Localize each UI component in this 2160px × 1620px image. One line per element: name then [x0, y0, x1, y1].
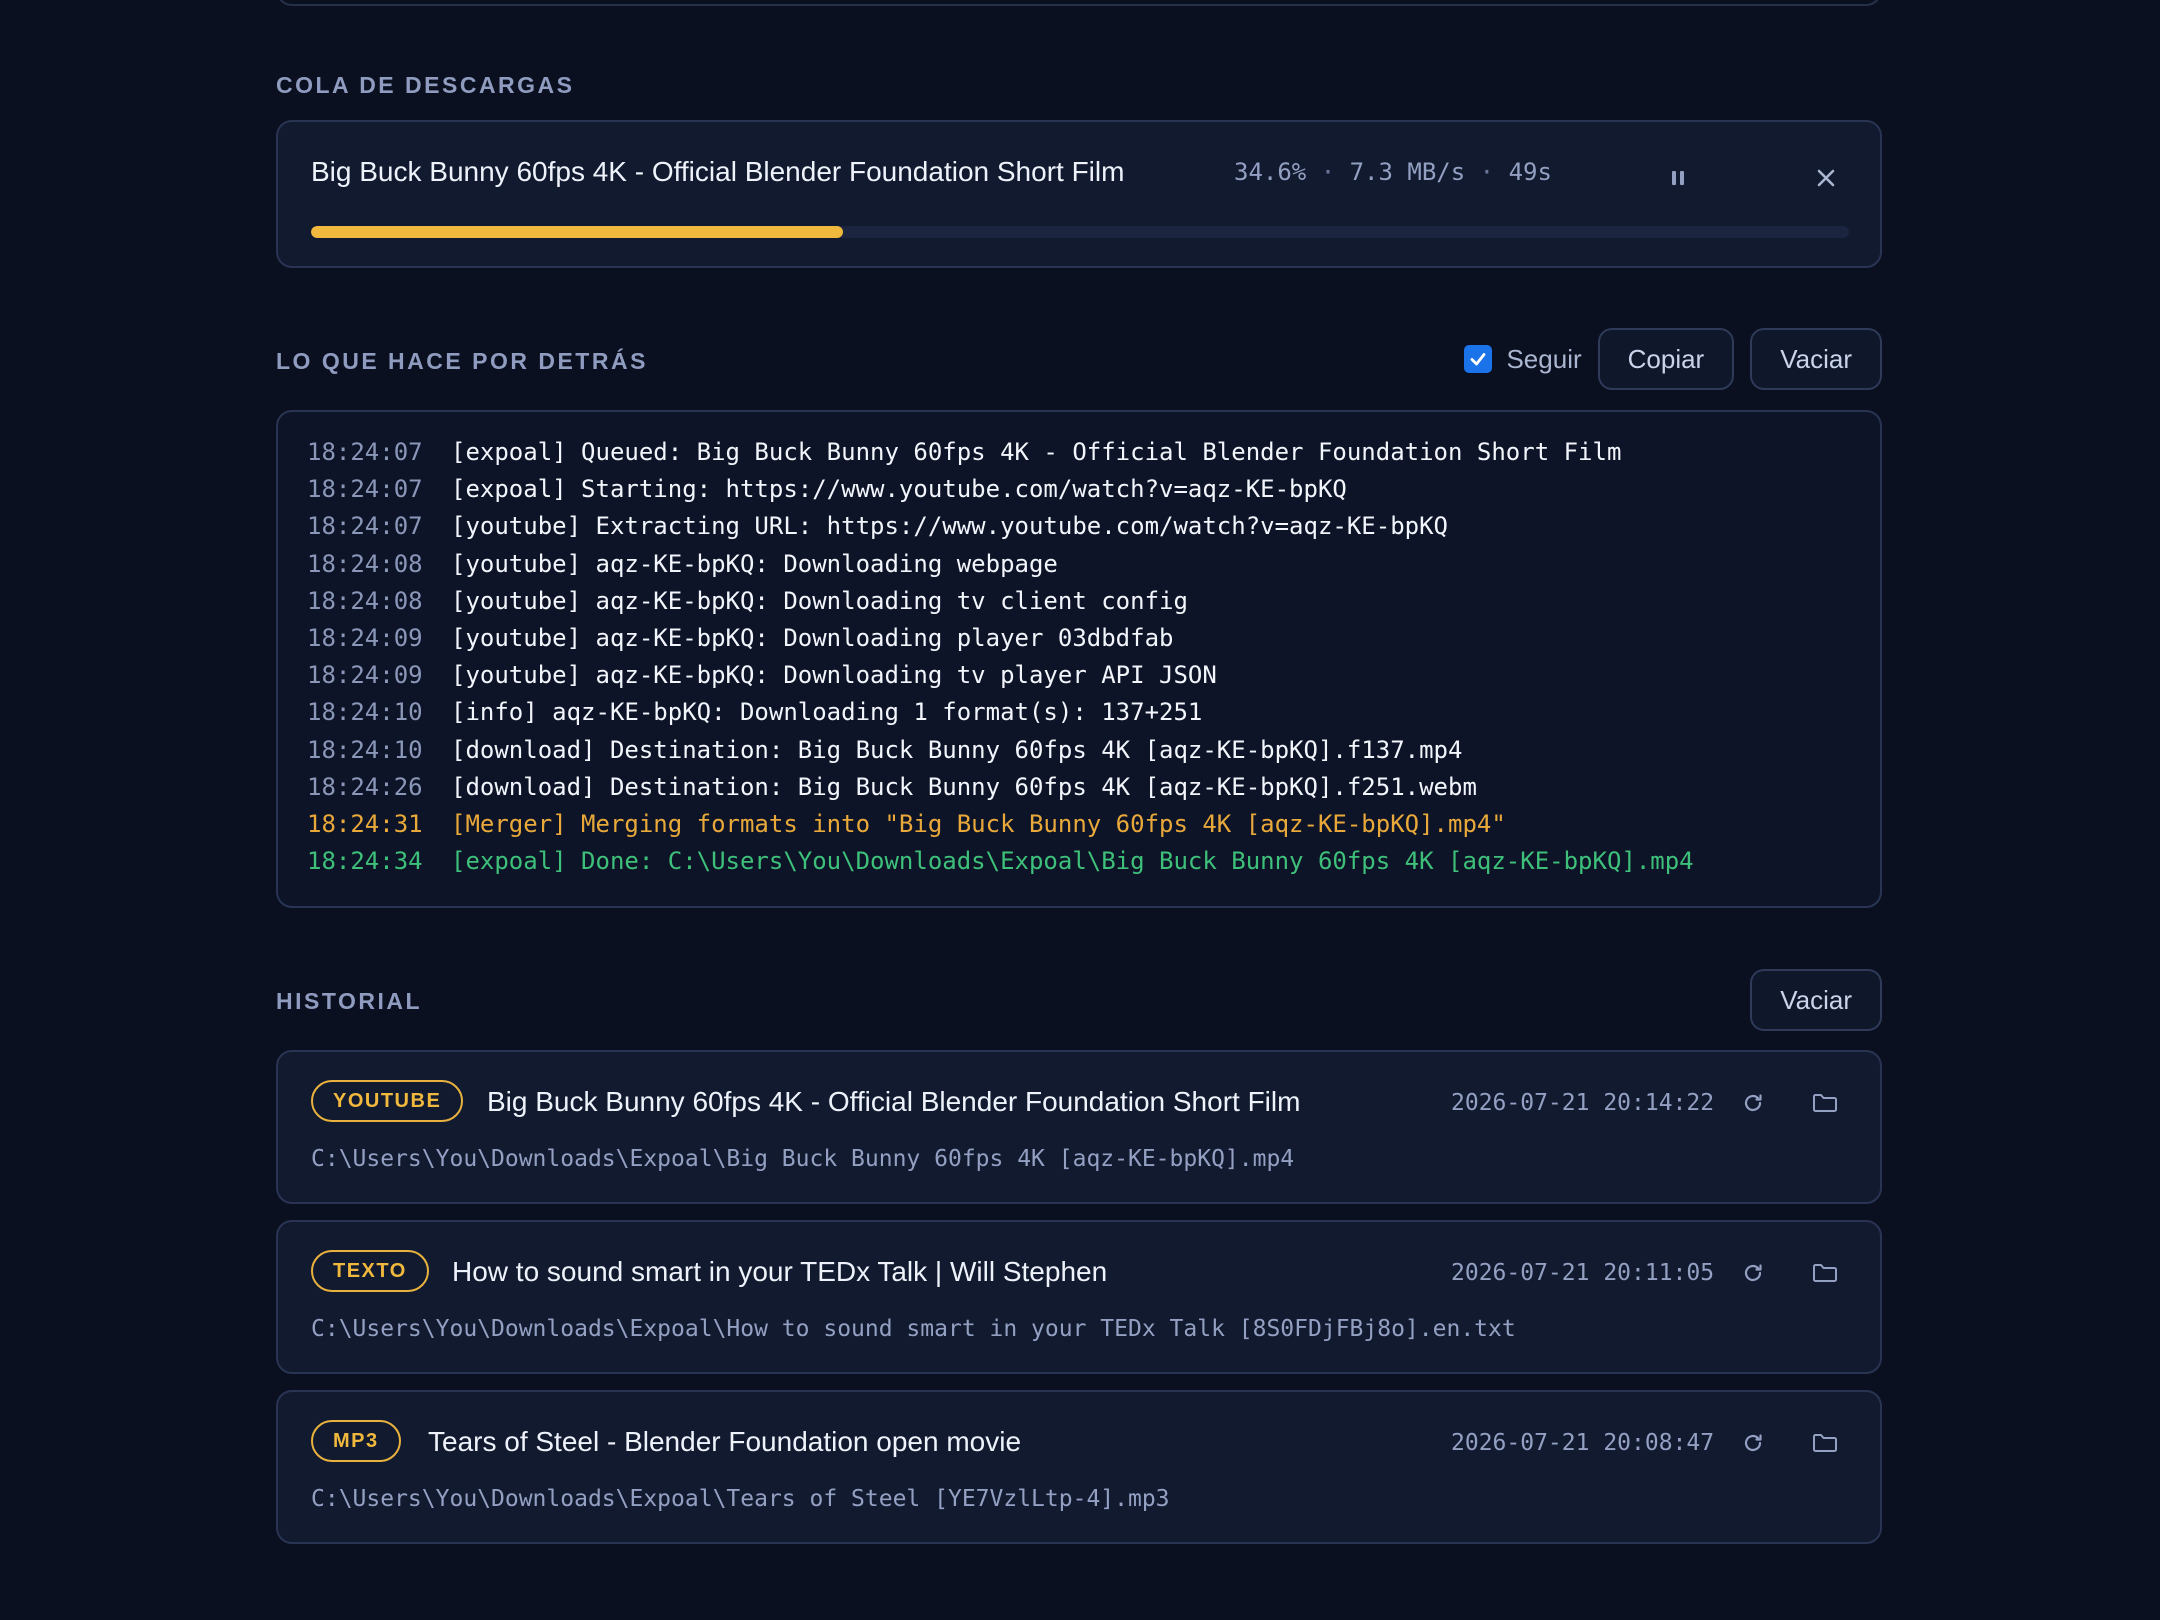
- log-timestamp: 18:24:08: [307, 586, 423, 615]
- log-timestamp: 18:24:31: [307, 810, 423, 838]
- type-badge: YOUTUBE: [311, 1080, 464, 1122]
- follow-checkbox[interactable]: [1464, 345, 1493, 373]
- log-line: 18:24:31 [Merger] Merging formats into "B…: [307, 806, 1506, 843]
- queue-item-title: Big Buck Bunny 60fps 4K - Official Blend…: [311, 156, 1125, 187]
- log-timestamp: 18:24:10: [307, 735, 423, 764]
- log-message: [expoal] Starting: https://www.youtube.c…: [451, 475, 1347, 504]
- type-badge: TEXTO: [311, 1250, 429, 1292]
- log-line: 18:24:07 [youtube] Extracting URL: https:…: [307, 508, 1448, 545]
- log-message: [Merger] Merging formats into "Big Buck …: [451, 810, 1506, 838]
- log-message: [youtube] Extracting URL: https://www.yo…: [451, 512, 1448, 541]
- copy-log-button[interactable]: Copiar: [1597, 328, 1735, 390]
- history-item-title: Tears of Steel - Blender Foundation open…: [428, 1426, 1022, 1457]
- log-message: [info] aqz-KE-bpKQ: Downloading 1 format…: [451, 698, 1203, 727]
- history-item-date: 2026-07-21 20:08:47: [1451, 1430, 1715, 1456]
- log-line: 18:24:09 [youtube] aqz-KE-bpKQ: Downloadi…: [307, 620, 1173, 657]
- log-section-title: LO QUE HACE POR DETRÁS: [276, 348, 648, 374]
- folder-icon: [1813, 1264, 1837, 1282]
- log-timestamp: 18:24:09: [307, 661, 423, 690]
- log-line: 18:24:08 [youtube] aqz-KE-bpKQ: Downloadi…: [307, 546, 1058, 583]
- queue-item: Big Buck Bunny 60fps 4K - Official Blend…: [276, 120, 1882, 268]
- log-message: [youtube] aqz-KE-bpKQ: Downloading tv cl…: [451, 586, 1188, 615]
- log-message: [youtube] aqz-KE-bpKQ: Downloading playe…: [451, 624, 1174, 652]
- log-message: [download] Destination: Big Buck Bunny 6…: [451, 735, 1463, 764]
- log-message: [expoal] Queued: Big Buck Bunny 60fps 4K…: [451, 438, 1622, 466]
- close-icon: [1817, 169, 1835, 187]
- log-message: [youtube] aqz-KE-bpKQ: Downloading webpa…: [451, 549, 1058, 578]
- log-timestamp: 18:24:10: [307, 698, 423, 727]
- history-item-path: C:\Users\You\Downloads\Expoal\Tears of S…: [311, 1486, 1170, 1512]
- queue-section-title: COLA DE DESCARGAS: [276, 72, 575, 98]
- history-item: TEXTO How to sound smart in your TEDx Tal…: [276, 1220, 1882, 1374]
- log-line: 18:24:07 [expoal] Starting: https://www.y…: [307, 471, 1347, 508]
- log-panel[interactable]: 18:24:07 [expoal] Queued: Big Buck Bunny …: [276, 410, 1882, 908]
- queue-item-eta: 49s: [1508, 158, 1552, 186]
- log-timestamp: 18:24:08: [307, 549, 423, 578]
- history-item: MP3 Tears of Steel - Blender Foundation o…: [276, 1390, 1882, 1544]
- log-line: 18:24:09 [youtube] aqz-KE-bpKQ: Downloadi…: [307, 657, 1217, 694]
- redownload-button[interactable]: [1733, 1083, 1773, 1123]
- log-message: [youtube] aqz-KE-bpKQ: Downloading tv pl…: [451, 661, 1217, 690]
- redownload-icon: [1744, 1264, 1762, 1282]
- log-timestamp: 18:24:26: [307, 772, 423, 801]
- history-item-path: C:\Users\You\Downloads\Expoal\How to sou…: [311, 1316, 1516, 1342]
- log-message: [expoal] Done: C:\Users\You\Downloads\Ex…: [451, 847, 1694, 876]
- redownload-button[interactable]: [1733, 1253, 1773, 1293]
- log-timestamp: 18:24:07: [307, 438, 423, 466]
- log-line: 18:24:26 [download] Destination: Big Buck…: [307, 769, 1477, 806]
- checkmark-icon: [1471, 353, 1486, 366]
- follow-toggle[interactable]: Seguir: [1464, 343, 1582, 375]
- queue-item-percent: 34.6%: [1234, 158, 1307, 186]
- history-item: YOUTUBE Big Buck Bunny 60fps 4K - Officia…: [276, 1050, 1882, 1204]
- history-item-date: 2026-07-21 20:11:05: [1451, 1260, 1715, 1286]
- open-folder-button[interactable]: [1805, 1083, 1845, 1123]
- folder-icon: [1813, 1434, 1837, 1452]
- open-folder-button[interactable]: [1805, 1253, 1845, 1293]
- history-item-title: How to sound smart in your TEDx Talk | W…: [452, 1256, 1108, 1287]
- redownload-button[interactable]: [1733, 1423, 1773, 1463]
- open-folder-button[interactable]: [1805, 1423, 1845, 1463]
- history-section-title: HISTORIAL: [276, 988, 423, 1014]
- history-item-path: C:\Users\You\Downloads\Expoal\Big Buck B…: [311, 1146, 1295, 1172]
- history-item-date: 2026-07-21 20:14:22: [1451, 1090, 1715, 1116]
- clear-log-button[interactable]: Vaciar: [1750, 328, 1882, 390]
- pause-button[interactable]: [1658, 158, 1698, 198]
- redownload-icon: [1744, 1094, 1762, 1112]
- history-item-title: Big Buck Bunny 60fps 4K - Official Blend…: [487, 1086, 1301, 1117]
- progress-fill: [311, 226, 844, 238]
- queue-item-speed: 7.3 MB/s: [1349, 158, 1466, 186]
- log-line: 18:24:34 [expoal] Done: C:\Users\You\Down…: [307, 843, 1694, 880]
- log-timestamp: 18:24:09: [307, 624, 423, 652]
- log-controls: Seguir Copiar Vaciar: [1464, 328, 1882, 390]
- redownload-icon: [1744, 1434, 1762, 1452]
- type-badge: MP3: [311, 1420, 401, 1462]
- previous-card-edge: [276, 0, 1882, 6]
- follow-label: Seguir: [1506, 343, 1582, 374]
- log-line: 18:24:08 [youtube] aqz-KE-bpKQ: Downloadi…: [307, 583, 1188, 620]
- queue-item-stats: 34.6% · 7.3 MB/s · 49s: [1234, 158, 1552, 186]
- pause-icon: [1672, 171, 1684, 185]
- log-line: 18:24:10 [info] aqz-KE-bpKQ: Downloading …: [307, 694, 1202, 731]
- log-message: [download] Destination: Big Buck Bunny 6…: [451, 772, 1477, 801]
- log-timestamp: 18:24:07: [307, 512, 423, 541]
- cancel-download-button[interactable]: [1806, 158, 1846, 198]
- progress-bar: [311, 226, 1849, 238]
- log-line: 18:24:10 [download] Destination: Big Buck…: [307, 732, 1462, 769]
- clear-history-button[interactable]: Vaciar: [1750, 969, 1882, 1031]
- log-timestamp: 18:24:34: [307, 847, 423, 876]
- folder-icon: [1813, 1094, 1837, 1112]
- log-line: 18:24:07 [expoal] Queued: Big Buck Bunny …: [307, 434, 1621, 471]
- log-timestamp: 18:24:07: [307, 475, 423, 504]
